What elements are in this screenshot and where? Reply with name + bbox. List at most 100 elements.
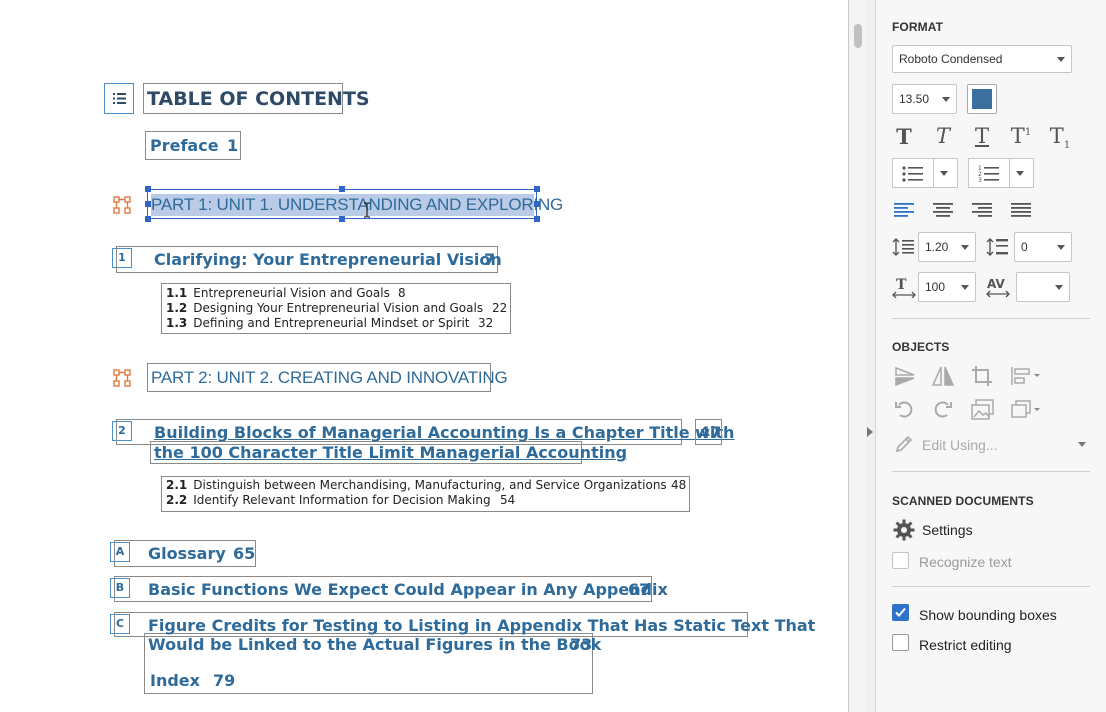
- part-structure-icon: [113, 369, 131, 387]
- recognize-text-label: Recognize text: [919, 554, 1012, 570]
- preface-title: Preface: [150, 136, 219, 155]
- scrollbar-thumb[interactable]: [854, 24, 862, 48]
- line-spacing-icon: [892, 238, 914, 256]
- align-right-icon[interactable]: [972, 202, 992, 218]
- part2-title[interactable]: PART 2: UNIT 2. CREATING AND INNOVATING: [151, 368, 508, 388]
- flip-vertical-icon[interactable]: [894, 365, 916, 387]
- svg-text:3: 3: [978, 177, 982, 183]
- part1-title[interactable]: PART 1: UNIT 1. UNDERSTANDING AND EXPLOR…: [151, 195, 563, 215]
- bullet-list-icon: [902, 166, 923, 182]
- svg-text:T: T: [896, 277, 907, 293]
- appendixC-page: 73: [570, 635, 593, 654]
- chevron-down-icon: [961, 285, 969, 290]
- chapter2-title-line1: Building Blocks of Managerial Accounting…: [154, 423, 735, 442]
- font-family-dropdown[interactable]: Roboto Condensed: [892, 45, 1072, 73]
- bold-icon[interactable]: T: [892, 124, 916, 149]
- section-number: 1.2: [166, 301, 188, 315]
- superscript-icon[interactable]: T1: [1008, 124, 1034, 148]
- line-spacing-value: 1.20: [925, 240, 949, 254]
- horizontal-scale-dropdown[interactable]: 100: [918, 272, 976, 302]
- replace-image-icon[interactable]: [971, 399, 995, 421]
- horizontal-scale-icon: T: [892, 277, 916, 298]
- settings-label[interactable]: Settings: [922, 522, 973, 538]
- subscript-icon[interactable]: T1: [1047, 124, 1073, 151]
- panel-collapse-gutter[interactable]: [866, 0, 876, 712]
- resize-handle-se[interactable]: [534, 216, 540, 222]
- align-justify-icon[interactable]: [1011, 202, 1031, 218]
- restrict-editing-checkbox[interactable]: [892, 634, 909, 651]
- section-1-3: 1.3 Defining and Entrepreneurial Mindset …: [166, 316, 470, 330]
- line-spacing-dropdown[interactable]: 1.20: [918, 232, 976, 262]
- section-title: Distinguish between Merchandising, Manuf…: [193, 478, 667, 492]
- appendixC-title-line2: Would be Linked to the Actual Figures in…: [148, 635, 602, 654]
- section-page: 54: [500, 493, 516, 507]
- collapse-arrow-icon[interactable]: [867, 427, 873, 437]
- divider: [892, 318, 1090, 319]
- vertical-scrollbar[interactable]: [848, 0, 866, 712]
- horizontal-scale-value: 100: [925, 280, 946, 294]
- align-objects-icon[interactable]: [1010, 365, 1042, 387]
- appendixA-title: Glossary: [148, 544, 226, 563]
- format-panel: FORMAT Roboto Condensed 13.50 T T T T1 T…: [876, 0, 1106, 712]
- align-left-icon[interactable]: [894, 202, 914, 218]
- section-title: Designing Your Entrepreneurial Vision an…: [193, 301, 484, 315]
- section-title: Defining and Entrepreneurial Mindset or …: [193, 316, 470, 330]
- resize-handle-s[interactable]: [339, 216, 345, 222]
- section-page: 48: [671, 478, 687, 492]
- resize-handle-ne[interactable]: [534, 186, 540, 192]
- chevron-down-icon[interactable]: [940, 171, 948, 176]
- svg-text:AV: AV: [987, 277, 1005, 291]
- appendixB-page: 67: [628, 580, 651, 599]
- chevron-down-icon[interactable]: [1016, 171, 1024, 176]
- section-number: 2.1: [166, 478, 188, 492]
- divider: [892, 471, 1090, 472]
- gear-icon[interactable]: [893, 519, 915, 541]
- document-canvas[interactable]: TABLE OF CONTENTS Preface 1 PART 1: UNIT…: [0, 0, 848, 712]
- section-2-1: 2.1 Distinguish between Merchandising, Ma…: [166, 478, 667, 492]
- recognize-text-checkbox[interactable]: [892, 552, 909, 569]
- pencil-icon: [895, 435, 913, 453]
- font-size-dropdown[interactable]: 13.50: [892, 84, 957, 114]
- index-title: Index: [150, 671, 200, 690]
- format-section-title: FORMAT: [892, 20, 944, 34]
- numbered-list-icon: 123: [978, 165, 999, 183]
- paragraph-spacing-icon: [986, 238, 1008, 256]
- text-color-swatch[interactable]: [967, 84, 997, 114]
- show-bounding-boxes-checkbox[interactable]: [892, 604, 909, 621]
- resize-handle-sw[interactable]: [145, 216, 151, 222]
- section-page: 32: [478, 316, 494, 330]
- appendixC-title-line1: Figure Credits for Testing to Listing in…: [148, 616, 816, 635]
- restrict-editing-label: Restrict editing: [919, 637, 1012, 653]
- character-spacing-dropdown[interactable]: [1016, 272, 1070, 302]
- arrange-icon[interactable]: [1010, 399, 1042, 421]
- crop-icon[interactable]: [971, 365, 993, 387]
- chevron-down-icon: [1078, 442, 1086, 447]
- edit-using-dropdown[interactable]: Edit Using...: [920, 436, 1090, 454]
- resize-handle-e[interactable]: [534, 201, 540, 207]
- flip-horizontal-icon[interactable]: [931, 365, 955, 387]
- text-color-fill: [972, 89, 992, 109]
- preface-page: 1: [227, 136, 239, 155]
- paragraph-spacing-value: 0: [1021, 240, 1028, 254]
- section-number: 1.3: [166, 316, 188, 330]
- section-title: Identify Relevant Information for Decisi…: [193, 493, 491, 507]
- edit-using-label: Edit Using...: [922, 437, 998, 453]
- numbered-list-button[interactable]: 123: [968, 158, 1034, 188]
- chevron-down-icon: [942, 97, 950, 102]
- divider: [892, 586, 1090, 587]
- chevron-down-icon: [1057, 57, 1065, 62]
- paragraph-spacing-dropdown[interactable]: 0: [1014, 232, 1072, 262]
- toc-list-icon[interactable]: [104, 83, 134, 114]
- bullet-list-button[interactable]: [892, 158, 958, 188]
- show-bounding-boxes-label: Show bounding boxes: [919, 607, 1057, 623]
- underline-icon[interactable]: T: [970, 124, 994, 148]
- resize-handle-w[interactable]: [145, 201, 151, 207]
- resize-handle-nw[interactable]: [145, 186, 151, 192]
- italic-icon[interactable]: T: [931, 124, 955, 148]
- rotate-left-icon[interactable]: [894, 399, 916, 421]
- rotate-right-icon[interactable]: [931, 399, 953, 421]
- section-1-2: 1.2 Designing Your Entrepreneurial Vision…: [166, 301, 483, 315]
- character-spacing-icon: AV: [986, 277, 1010, 298]
- resize-handle-n[interactable]: [339, 186, 345, 192]
- align-center-icon[interactable]: [933, 202, 953, 218]
